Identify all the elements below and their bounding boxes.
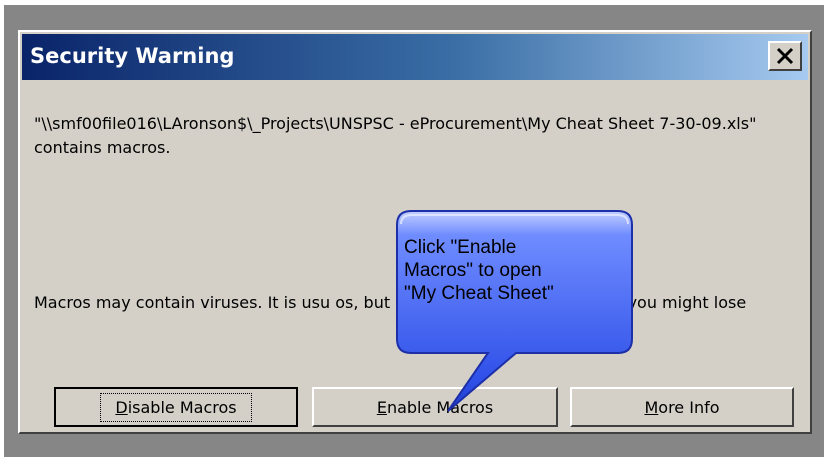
dialog-title: Security Warning <box>30 44 235 68</box>
callout-text: Click "Enable Macros" to open "My Cheat … <box>404 236 624 305</box>
security-warning-dialog: Security Warning "\\smf00file016\LAronso… <box>18 30 812 434</box>
enable-macros-button[interactable]: Enable Macros <box>312 387 558 427</box>
more-label: ore Info <box>658 397 720 417</box>
close-icon <box>776 47 794 65</box>
focus-rectangle: Disable Macros <box>100 392 252 422</box>
more-mnemonic: M <box>644 397 659 417</box>
title-bar[interactable]: Security Warning <box>22 34 808 80</box>
more-info-button[interactable]: More Info <box>570 387 794 427</box>
callout-line-3: "My Cheat Sheet" <box>404 283 554 304</box>
disable-macros-button[interactable]: Disable Macros <box>54 387 298 427</box>
close-button[interactable] <box>768 41 802 71</box>
enable-mnemonic: E <box>376 397 387 417</box>
callout-line-2: Macros" to open <box>404 260 542 281</box>
disable-label: isable Macros <box>127 397 237 417</box>
callout-line-1: Click "Enable <box>404 237 517 258</box>
disable-mnemonic: D <box>115 397 128 417</box>
file-path-message: "\\smf00file016\LAronson$\_Projects\UNSP… <box>34 114 757 157</box>
enable-label: nable Macros <box>386 397 494 417</box>
